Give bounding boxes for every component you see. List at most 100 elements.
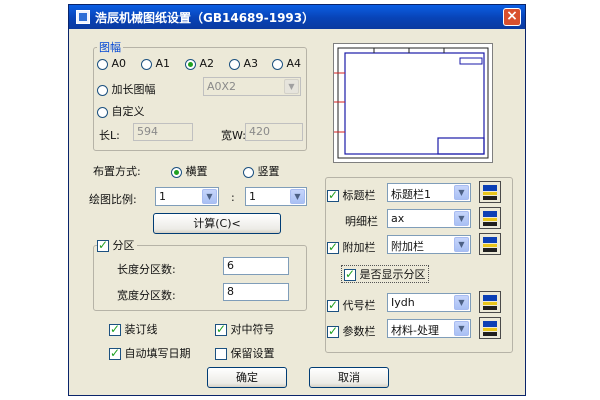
- extra-block-checkbox[interactable]: 附加栏: [327, 239, 376, 255]
- length-input[interactable]: 594: [133, 123, 193, 141]
- scale-right-value: 1: [249, 190, 256, 203]
- chevron-down-icon: ▼: [290, 189, 305, 204]
- title-block-value: 标题栏1: [391, 188, 431, 201]
- title-block-select[interactable]: 标题栏1 ▼: [387, 183, 471, 202]
- detail-block-value: ax: [391, 212, 405, 225]
- radio-portrait[interactable]: 竖置: [243, 163, 280, 179]
- radio-a4-label: A4: [286, 57, 302, 70]
- radio-a2[interactable]: A2: [185, 57, 214, 70]
- radio-a1-label: A1: [155, 57, 171, 70]
- title-block-edit-button[interactable]: [479, 181, 501, 203]
- radio-a2-circle: [185, 58, 196, 70]
- radio-a3[interactable]: A3: [229, 57, 258, 70]
- radio-landscape-label: 横置: [185, 165, 208, 178]
- param-block-label: 参数栏: [342, 325, 376, 338]
- zones-checkbox-label: 分区: [112, 239, 135, 252]
- paper-size-legend: 图幅: [97, 39, 123, 55]
- width-zones-label: 宽度分区数:: [117, 289, 176, 302]
- radio-custom-label: 自定义: [111, 105, 145, 118]
- show-zones-checkbox[interactable]: 是否显示分区: [341, 265, 429, 283]
- ok-button[interactable]: 确定: [207, 367, 287, 388]
- radio-extended-label: 加长图幅: [111, 83, 156, 96]
- chevron-down-icon: ▼: [284, 79, 299, 94]
- chevron-down-icon: ▼: [454, 185, 469, 200]
- chevron-down-icon: ▼: [454, 295, 469, 310]
- orientation-label: 布置方式:: [93, 165, 141, 178]
- code-block-select[interactable]: Iydh ▼: [387, 293, 471, 312]
- radio-landscape[interactable]: 横置: [171, 163, 208, 179]
- extra-block-box: [327, 240, 339, 254]
- param-block-select[interactable]: 材料-处理 ▼: [387, 319, 471, 338]
- extra-block-edit-button[interactable]: [479, 233, 501, 255]
- title-bar[interactable]: 浩辰机械图纸设置（GB14689-1993） ×: [69, 5, 525, 29]
- radio-custom-size[interactable]: 自定义: [97, 103, 145, 119]
- radio-a3-label: A3: [243, 57, 259, 70]
- radio-a1[interactable]: A1: [141, 57, 170, 70]
- extra-block-value: 附加栏: [391, 240, 424, 253]
- radio-portrait-circle: [243, 166, 254, 178]
- extended-size-value: A0X2: [207, 80, 237, 93]
- detail-block-label: 明细栏: [345, 215, 378, 228]
- detail-block-edit-button[interactable]: [479, 207, 501, 229]
- scale-right-select[interactable]: 1 ▼: [245, 187, 307, 206]
- scale-left-select[interactable]: 1 ▼: [155, 187, 219, 206]
- cancel-button[interactable]: 取消: [309, 367, 389, 388]
- binding-line-checkbox[interactable]: 装订线: [109, 321, 158, 337]
- radio-a2-label: A2: [199, 57, 215, 70]
- show-zones-box: [344, 267, 356, 281]
- extra-block-select[interactable]: 附加栏 ▼: [387, 235, 471, 254]
- code-block-label: 代号栏: [342, 299, 376, 312]
- radio-a4-circle: [272, 58, 283, 70]
- title-block-box: [327, 188, 339, 202]
- radio-landscape-circle: [171, 166, 182, 178]
- radio-extended-circle: [97, 84, 108, 96]
- radio-a0[interactable]: A0: [97, 57, 126, 70]
- code-block-edit-button[interactable]: [479, 291, 501, 313]
- auto-date-checkbox[interactable]: 自动填写日期: [109, 345, 191, 361]
- length-label: 长L:: [99, 129, 120, 142]
- zones-checkbox[interactable]: 分区: [97, 237, 137, 253]
- center-mark-label: 对中符号: [230, 323, 275, 336]
- window-title: 浩辰机械图纸设置（GB14689-1993）: [95, 11, 315, 25]
- close-button[interactable]: ×: [503, 8, 521, 26]
- title-block-label: 标题栏: [342, 189, 376, 202]
- width-zones-input[interactable]: 8: [223, 283, 289, 301]
- width-label: 宽W:: [221, 129, 246, 142]
- title-block-checkbox[interactable]: 标题栏: [327, 187, 376, 203]
- radio-custom-circle: [97, 106, 108, 118]
- param-block-edit-button[interactable]: [479, 317, 501, 339]
- chevron-down-icon: ▼: [202, 189, 217, 204]
- param-block-value: 材料-处理: [391, 324, 439, 337]
- center-mark-checkbox[interactable]: 对中符号: [215, 321, 275, 337]
- binding-line-label: 装订线: [124, 323, 158, 336]
- detail-block-select[interactable]: ax ▼: [387, 209, 471, 228]
- extra-block-label: 附加栏: [342, 241, 376, 254]
- keep-settings-checkbox[interactable]: 保留设置: [215, 345, 275, 361]
- radio-a0-label: A0: [111, 57, 127, 70]
- radio-a1-circle: [141, 58, 152, 70]
- calculate-button[interactable]: 计算(C)<: [153, 213, 281, 234]
- radio-a0-circle: [97, 58, 108, 70]
- width-input[interactable]: 420: [245, 123, 303, 141]
- close-icon: ×: [506, 8, 518, 24]
- radio-portrait-label: 竖置: [257, 165, 280, 178]
- keep-settings-box: [215, 348, 227, 360]
- binding-line-box: [109, 322, 121, 336]
- drawing-setup-dialog: 浩辰机械图纸设置（GB14689-1993） × 图幅 A0 A1 A2 A3 …: [68, 4, 526, 396]
- keep-settings-label: 保留设置: [230, 347, 275, 360]
- radio-extended-size[interactable]: 加长图幅: [97, 81, 156, 97]
- code-block-value: Iydh: [391, 296, 415, 309]
- param-block-box: [327, 324, 339, 338]
- extended-size-select[interactable]: A0X2 ▼: [203, 77, 301, 96]
- code-block-checkbox[interactable]: 代号栏: [327, 297, 376, 313]
- scale-colon: :: [231, 191, 235, 204]
- chevron-down-icon: ▼: [454, 321, 469, 336]
- auto-date-box: [109, 346, 121, 360]
- radio-a4[interactable]: A4: [272, 57, 301, 70]
- scale-label: 绘图比例:: [89, 193, 137, 206]
- app-icon: [76, 10, 90, 24]
- param-block-checkbox[interactable]: 参数栏: [327, 323, 376, 339]
- scale-left-value: 1: [159, 190, 166, 203]
- chevron-down-icon: ▼: [454, 237, 469, 252]
- length-zones-input[interactable]: 6: [223, 257, 289, 275]
